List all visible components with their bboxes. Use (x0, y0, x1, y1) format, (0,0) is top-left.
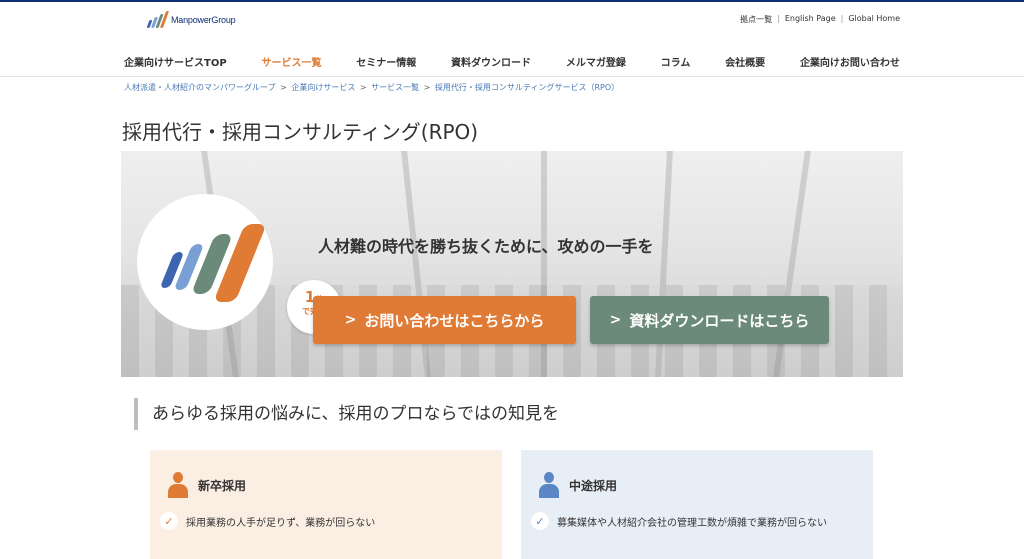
site-header: ManpowerGroup 拠点一覧 | English Page | Glob… (0, 2, 1024, 77)
chevron-right-icon: > (344, 312, 357, 328)
section-heading: あらゆる採用の悩みに、採用のプロならではの知見を (134, 398, 559, 430)
utility-separator: | (840, 14, 844, 23)
breadcrumb-item[interactable]: 企業向けサービス (291, 83, 355, 92)
nav-item-column[interactable]: コラム (661, 54, 691, 69)
breadcrumb-item[interactable]: サービス一覧 (371, 83, 419, 92)
check-icon: ✓ (531, 512, 549, 530)
nav-item-seminar[interactable]: セミナー情報 (356, 54, 416, 69)
nav-item-downloads[interactable]: 資料ダウンロード (451, 54, 531, 69)
logo-text: ManpowerGroup (171, 15, 236, 25)
list-item-text: 募集媒体や人材紹介会社の管理工数が煩雑で業務が回らない (557, 517, 827, 529)
utility-separator: | (777, 14, 780, 23)
card-title: 中途採用 (569, 478, 618, 493)
page-title: 採用代行・採用コンサルティング(RPO) (122, 120, 479, 144)
breadcrumb-separator: > (280, 83, 287, 92)
nav-item-company[interactable]: 会社概要 (725, 54, 765, 69)
card-mid-career: 中途採用 ✓ 募集媒体や人材紹介会社の管理工数が煩雑で業務が回らない (521, 450, 873, 559)
download-docs-button[interactable]: > 資料ダウンロードはこちら (590, 296, 829, 344)
nav-item-corporate-top[interactable]: 企業向けサービスTOP (124, 54, 227, 69)
utility-link-english[interactable]: English Page (785, 14, 836, 25)
utility-link-global[interactable]: Global Home (848, 14, 900, 25)
list-item-text: 採用業務の人手が足りず、業務が回らない (186, 517, 376, 529)
contact-button-label: お問い合わせはこちらから (364, 311, 545, 330)
hero-banner: 人材難の時代を勝ち抜くために、攻めの一手を 1分 で完了 > お問い合わせはこち… (121, 151, 903, 377)
manpowergroup-logo[interactable]: ManpowerGroup (146, 10, 236, 30)
breadcrumb: 人材派遣・人材紹介のマンパワーグループ > 企業向けサービス > サービス一覧 … (124, 82, 619, 93)
breadcrumb-current: 採用代行・採用コンサルティングサービス（RPO） (434, 83, 620, 92)
brand-mark-icon (137, 194, 273, 330)
breadcrumb-item[interactable]: 人材派遣・人材紹介のマンパワーグループ (124, 83, 276, 92)
card-title: 新卒採用 (198, 478, 247, 493)
main-nav: 企業向けサービスTOP サービス一覧 セミナー情報 資料ダウンロード メルマガ登… (124, 54, 900, 69)
download-docs-button-label: 資料ダウンロードはこちら (629, 311, 810, 330)
nav-item-newsletter[interactable]: メルマガ登録 (566, 54, 626, 69)
breadcrumb-separator: > (423, 83, 431, 92)
card-new-graduate: 新卒採用 ✓ 採用業務の人手が足りず、業務が回らない (150, 450, 502, 559)
chevron-right-icon: > (609, 312, 622, 328)
hero-tagline: 人材難の時代を勝ち抜くために、攻めの一手を (318, 237, 654, 256)
person-blue-icon (539, 472, 559, 498)
utility-link-locations[interactable]: 拠点一覧 (740, 14, 772, 25)
check-icon: ✓ (160, 512, 178, 530)
breadcrumb-separator: > (359, 83, 367, 92)
contact-button[interactable]: > お問い合わせはこちらから (313, 296, 576, 344)
nav-item-contact[interactable]: 企業向けお問い合わせ (800, 54, 900, 69)
nav-item-service-list[interactable]: サービス一覧 (261, 54, 321, 69)
list-item: ✓ 募集媒体や人材紹介会社の管理工数が煩雑で業務が回らない (531, 512, 827, 530)
person-orange-icon (168, 472, 188, 498)
list-item: ✓ 採用業務の人手が足りず、業務が回らない (160, 512, 375, 530)
logo-mark-icon (146, 11, 170, 29)
utility-links: 拠点一覧 | English Page | Global Home (740, 14, 900, 25)
